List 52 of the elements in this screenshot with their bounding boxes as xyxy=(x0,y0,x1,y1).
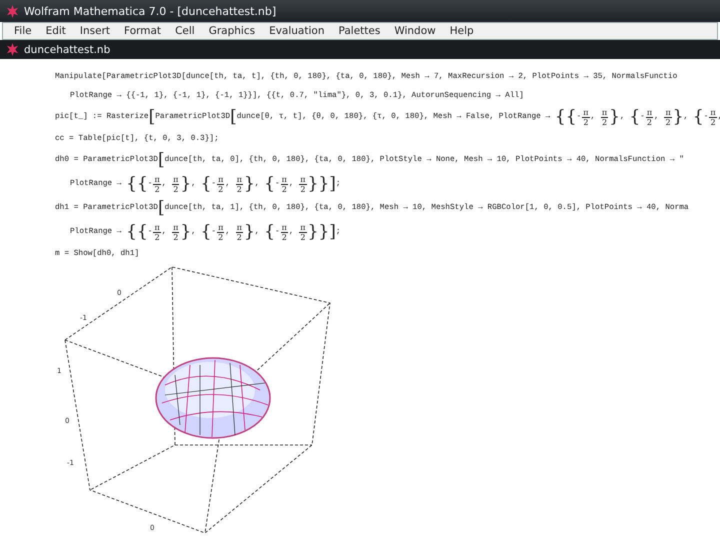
bracket-glyph: { xyxy=(200,174,212,194)
bracket-glyph: } xyxy=(244,174,255,194)
menu-item[interactable]: Palettes xyxy=(331,25,388,37)
fraction: π 2 xyxy=(172,222,180,242)
window-title: Wolfram Mathematica 7.0 - [duncehattest.nb] xyxy=(24,4,276,18)
fraction: π 2 xyxy=(582,108,590,126)
fraction: π 2 xyxy=(280,174,288,194)
bracket-glyph: {{ xyxy=(554,107,577,127)
bracket-glyph: {{ xyxy=(126,222,148,242)
menu-item[interactable]: Graphics xyxy=(202,25,262,37)
bracket-glyph: { xyxy=(264,174,275,194)
star-logo-icon xyxy=(6,43,19,56)
fraction: π 2 xyxy=(280,222,288,242)
menu-item[interactable]: Cell xyxy=(168,25,202,37)
fraction: π 2 xyxy=(236,174,243,194)
bracket-glyph: }}] xyxy=(308,174,336,194)
bracket-glyph: }}] xyxy=(308,222,336,242)
bracket-glyph: { xyxy=(200,222,212,242)
notebook-tab[interactable]: duncehattest.nb xyxy=(24,44,110,56)
bracket-glyph: [ xyxy=(230,107,237,127)
fraction: π 2 xyxy=(646,108,654,126)
bracket-glyph: { xyxy=(692,107,704,127)
bracket-glyph: } xyxy=(609,107,620,127)
bracket-glyph: } xyxy=(180,174,192,194)
star-logo-icon xyxy=(6,4,19,18)
fraction: π 2 xyxy=(299,222,307,242)
fraction: π 2 xyxy=(153,174,161,194)
bracket-glyph: [ xyxy=(158,150,165,170)
fraction: π 2 xyxy=(299,174,307,194)
bracket-glyph: {{ xyxy=(126,174,148,194)
menu-item[interactable]: Window xyxy=(387,25,443,37)
fraction: π 2 xyxy=(664,108,672,126)
fraction: π 2 xyxy=(153,222,161,242)
bracket-glyph: [ xyxy=(158,198,165,218)
menu-item[interactable]: Evaluation xyxy=(262,25,332,37)
menu-item[interactable]: Insert xyxy=(72,25,118,37)
fraction: π 2 xyxy=(217,174,224,194)
bracket-glyph: [ xyxy=(148,107,156,127)
bracket-glyph: } xyxy=(672,107,684,127)
fraction: π 2 xyxy=(600,108,608,126)
menu-item[interactable]: Help xyxy=(442,25,481,37)
fraction: π 2 xyxy=(236,222,243,242)
bracket-glyph: } xyxy=(244,222,255,242)
fraction: π 2 xyxy=(217,222,224,242)
bracket-glyph: { xyxy=(629,107,640,127)
menu-item[interactable]: File xyxy=(7,25,39,37)
fraction: π 2 xyxy=(172,174,180,194)
bracket-glyph: } xyxy=(180,222,192,242)
bracket-glyph: { xyxy=(264,222,275,242)
fraction: π 2 xyxy=(709,108,717,126)
menu-item[interactable]: Edit xyxy=(38,25,73,37)
menu-item[interactable]: Format xyxy=(117,25,168,37)
